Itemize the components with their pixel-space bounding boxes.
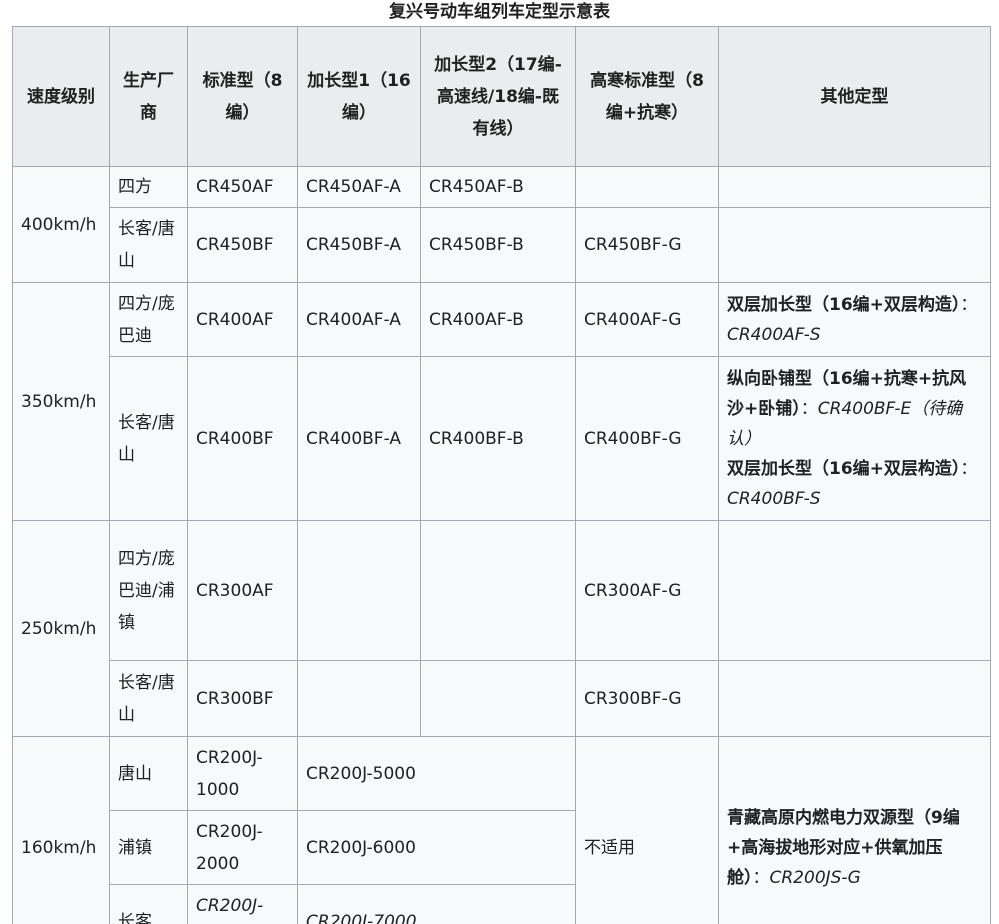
other-model: CR200JS-G [769, 867, 861, 888]
standard-cell: CR200J-2000 [187, 810, 298, 885]
extended-cell: CR200J-6000 [297, 810, 576, 885]
header-standard: 标准型（8编） [187, 26, 298, 167]
maker-cell: 长客 [109, 884, 188, 924]
maker-cell: 浦镇 [109, 810, 188, 885]
header-speed: 速度级别 [12, 26, 110, 167]
other-label: 双层加长型（16编+双层构造） [727, 294, 961, 315]
extended1-cell: CR450BF-A [297, 207, 421, 283]
cold-cell: CR300BF-G [575, 660, 719, 737]
standard-cell: CR300AF [187, 520, 298, 661]
extended2-cell: CR400AF-B [420, 282, 576, 357]
cold-cell [575, 166, 719, 208]
emu-type-table: 速度级别 生产厂商 标准型（8编） 加长型1（16编） 加长型2（17编-高速线… [12, 26, 991, 924]
speed-400: 400km/h [12, 166, 110, 283]
table-caption: 复兴号动车组列车定型示意表 [389, 2, 610, 22]
other-label: 双层加长型（16编+双层构造） [727, 458, 961, 479]
extended2-cell: CR450BF-B [420, 207, 576, 283]
other-cell [718, 520, 991, 661]
table-row: 160km/h 唐山 CR200J-1000 CR200J-5000 不适用 青… [12, 736, 991, 924]
extended2-cell [420, 660, 576, 737]
other-cell [718, 207, 991, 283]
extended1-cell [297, 520, 421, 661]
extended1-cell: CR400BF-A [297, 356, 421, 521]
extended1-cell [297, 660, 421, 737]
header-other: 其他定型 [718, 26, 991, 167]
table-row: 长客/唐山 CR450BF CR450BF-A CR450BF-B CR450B… [13, 207, 991, 283]
maker-cell: 四方/庞巴迪/浦镇 [109, 520, 188, 661]
standard-cell: CR450AF [187, 166, 298, 208]
table-row: 400km/h 四方 CR450AF CR450AF-A CR450AF-B [12, 166, 991, 283]
header-row: 速度级别 生产厂商 标准型（8编） 加长型1（16编） 加长型2（17编-高速线… [12, 26, 991, 167]
extended1-cell: CR400AF-A [297, 282, 421, 357]
other-cell: 双层加长型（16编+双层构造）： CR400AF-S [718, 282, 991, 357]
extended-cell: CR200J-7000 [297, 884, 576, 924]
extended2-cell [420, 520, 576, 661]
cold-cell: CR450BF-G [575, 207, 719, 283]
header-cold: 高寒标准型（8编+抗寒） [575, 26, 719, 167]
standard-cell: CR400BF [187, 356, 298, 521]
speed-160: 160km/h [12, 736, 110, 924]
header-maker: 生产厂商 [109, 26, 188, 167]
standard-cell: CR450BF [187, 207, 298, 283]
maker-cell: 唐山 [109, 736, 188, 811]
extended-cell: CR200J-5000 [297, 736, 576, 811]
page: 复兴号动车组列车定型示意表 速度级别 生产厂商 标准型（8编） 加长型1（16编… [0, 0, 999, 924]
maker-cell: 长客/唐山 [109, 356, 188, 521]
table-row: 350km/h 四方/庞巴迪 CR400AF CR400AF-A CR400AF… [12, 282, 991, 521]
table-row: 250km/h 四方/庞巴迪/浦镇 CR300AF CR300AF-G [12, 520, 991, 737]
other-separator: ： [752, 867, 770, 888]
standard-cell: CR200J-3000 [187, 884, 298, 924]
other-separator: ： [800, 398, 818, 419]
other-cell: 青藏高原内燃电力双源型（9编+高海拔地形对应+供氧加压舱）：CR200JS-G [718, 736, 991, 924]
cold-cell: CR400BF-G [575, 356, 719, 521]
cold-cell: CR400AF-G [575, 282, 719, 357]
other-cell [718, 660, 991, 737]
other-model: CR400BF-S [727, 488, 821, 509]
extended2-cell: CR400BF-B [420, 356, 576, 521]
header-extended2: 加长型2（17编-高速线/18编-既有线） [420, 26, 576, 167]
extended2-cell: CR450AF-B [420, 166, 576, 208]
speed-250: 250km/h [12, 520, 110, 737]
standard-cell: CR400AF [187, 282, 298, 357]
other-model: CR400AF-S [727, 324, 821, 345]
table-row: 长客/唐山 CR300BF CR300BF-G [13, 660, 991, 737]
other-separator: ： [960, 294, 978, 315]
header-extended1: 加长型1（16编） [297, 26, 421, 167]
table-row: 长客/唐山 CR400BF CR400BF-A CR400BF-B CR400B… [13, 356, 991, 521]
maker-cell: 长客/唐山 [109, 207, 188, 283]
standard-cell: CR300BF [187, 660, 298, 737]
maker-cell: 长客/唐山 [109, 660, 188, 737]
other-cell: 纵向卧铺型（16编+抗寒+抗风沙+卧铺）：CR400BF-E（待确认） 双层加长型… [718, 356, 991, 521]
speed-350: 350km/h [12, 282, 110, 521]
other-separator: ： [960, 458, 978, 479]
other-cell [718, 166, 991, 208]
maker-cell: 四方/庞巴迪 [109, 282, 188, 357]
other-model: CR400BF-E [817, 398, 912, 419]
cold-cell: 不适用 [575, 736, 719, 924]
standard-cell: CR200J-1000 [187, 736, 298, 811]
cold-cell: CR300AF-G [575, 520, 719, 661]
maker-cell: 四方 [109, 166, 188, 208]
extended1-cell: CR450AF-A [297, 166, 421, 208]
